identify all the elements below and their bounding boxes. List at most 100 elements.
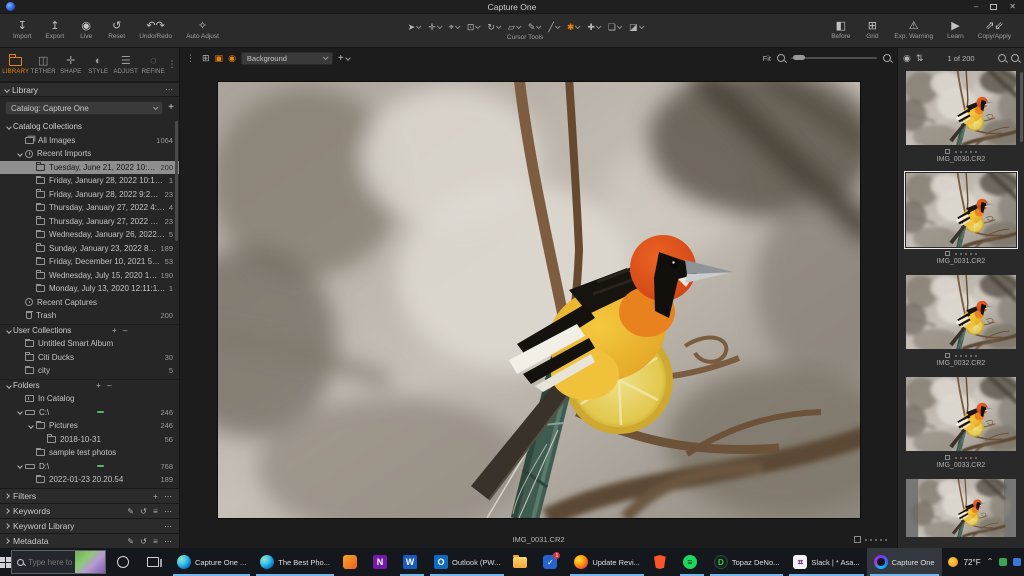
star-rating[interactable] <box>955 253 977 255</box>
taskbar-app[interactable]: Slack | * Asa... <box>786 548 866 576</box>
minimize-button[interactable]: – <box>974 3 978 11</box>
library-tree-item[interactable]: Recent Imports <box>0 147 179 161</box>
library-tree-item[interactable]: D:\ 768 <box>0 460 179 474</box>
cursor-tool-button[interactable]: ⌖ <box>446 21 462 33</box>
taskbar-app[interactable]: 1 <box>537 548 567 576</box>
toolbar-button[interactable]: ◉ Live <box>71 14 101 47</box>
cursor-tool-button[interactable]: ↻ <box>484 21 503 33</box>
color-tag-icon[interactable] <box>945 353 950 358</box>
tool-tab[interactable]: ✛ SHAPE <box>57 48 85 81</box>
library-tree-item[interactable]: Recent Captures <box>0 296 179 310</box>
cursor-tool-button[interactable]: ◪ <box>626 21 646 33</box>
library-tree-item[interactable]: city 5 <box>0 364 179 378</box>
tree-scrollbar[interactable] <box>175 121 178 241</box>
star-rating[interactable] <box>955 355 977 357</box>
taskbar-app[interactable]: The Best Pho... <box>253 548 337 576</box>
antivirus-tray-icon[interactable] <box>999 558 1007 566</box>
star-rating[interactable] <box>865 539 887 541</box>
catalog-select[interactable]: Catalog: Capture One <box>5 101 163 115</box>
toolbar-button[interactable]: ◧ Before <box>824 14 857 47</box>
taskbar-app[interactable] <box>507 548 537 576</box>
section-actions[interactable]: ⋯ <box>164 522 174 531</box>
library-tree-item[interactable]: 2018-10-31 56 <box>0 433 179 447</box>
cursor-tool-button[interactable]: ✱ <box>564 21 583 33</box>
star-rating[interactable] <box>955 151 977 153</box>
cursor-tool-button[interactable]: ✚ <box>584 21 603 33</box>
zoom-slider[interactable] <box>791 57 877 59</box>
cursor-tool-button[interactable]: ▱ <box>505 21 523 33</box>
expander-icon[interactable] <box>26 424 35 428</box>
add-layer-button[interactable]: + <box>338 53 350 64</box>
thumbnail-image[interactable] <box>906 71 1016 145</box>
toolbar-button[interactable]: ↶↷ Undo/Redo <box>132 14 179 47</box>
expander-icon[interactable] <box>15 410 24 414</box>
toolbar-button[interactable]: ▶ Learn <box>940 14 971 47</box>
tool-tab[interactable]: LIBRARY <box>2 48 30 81</box>
tray-expand-icon[interactable]: ⌃ <box>987 558 994 566</box>
panel-menu-icon[interactable]: ⋯ <box>165 85 174 94</box>
star-rating[interactable] <box>955 457 977 459</box>
library-panel-header[interactable]: Library ⋯ <box>0 82 179 97</box>
sort-icon[interactable]: ⇅ <box>916 54 924 63</box>
expander-icon[interactable] <box>4 329 13 333</box>
library-tree-item[interactable]: Wednesday, January 26, 2022 5:19:56 PM 5 <box>0 228 179 242</box>
toolbar-button[interactable]: ⊞ Grid <box>857 14 887 47</box>
section-actions[interactable]: ✎ ↺ ≡ ⋯ <box>127 537 174 546</box>
library-tree-item[interactable]: Tuesday, June 21, 2022 10:42:44 AM 200 <box>0 161 179 175</box>
toolbar-button[interactable]: ↧ Import <box>6 14 38 47</box>
taskbar-app[interactable] <box>140 548 170 576</box>
collapsed-section-header[interactable]: Keyword Library ⋯ <box>0 518 179 533</box>
maximize-button[interactable] <box>990 4 997 10</box>
taskbar-app[interactable] <box>337 548 367 576</box>
taskbar-app[interactable]: Topaz DeNo... <box>707 548 787 576</box>
taskbar-app[interactable] <box>367 548 397 576</box>
library-tree-item[interactable]: Pictures 246 <box>0 419 179 433</box>
taskbar-app[interactable] <box>647 548 677 576</box>
library-tree-item[interactable]: Folders + – <box>0 379 179 393</box>
library-tree-item[interactable]: Monday, July 13, 2020 12:11:17 PM 1 <box>0 282 179 296</box>
layer-select[interactable]: Background <box>241 52 333 65</box>
library-tree-item[interactable]: C:\ 246 <box>0 406 179 420</box>
tree-item-actions[interactable]: + – <box>96 381 116 390</box>
tool-tab[interactable]: ◫ TETHER <box>30 48 58 81</box>
library-tree-item[interactable]: All Images 1064 <box>0 134 179 148</box>
section-actions[interactable]: ✎ ↺ ≡ ⋯ <box>127 507 174 516</box>
toolbar-button[interactable]: ✧ Auto Adjust <box>179 14 226 47</box>
taskbar-app[interactable]: Capture One <box>867 548 942 576</box>
thumbnail[interactable]: IMG_0031.CR2 <box>906 173 1016 266</box>
section-actions[interactable]: + ⋯ <box>153 492 174 501</box>
library-tree-item[interactable]: Thursday, January 27, 2022 12:52:43 PM 2… <box>0 215 179 229</box>
expander-icon[interactable] <box>4 384 13 388</box>
taskbar-app[interactable]: Update Revi... <box>567 548 647 576</box>
tool-tab[interactable]: ◌ REFINE <box>140 48 168 81</box>
library-tree-item[interactable]: Wednesday, July 15, 2020 12:30:36 PM 190 <box>0 269 179 283</box>
start-button[interactable] <box>0 548 11 576</box>
thumbnail-image[interactable] <box>906 377 1016 451</box>
browser-scrollbar[interactable] <box>1020 72 1023 142</box>
zoom-slider-knob[interactable] <box>793 55 805 60</box>
library-tree-item[interactable]: Friday, January 28, 2022 9:25:59 AM 23 <box>0 188 179 202</box>
thumbnail-image[interactable] <box>906 173 1016 247</box>
color-tag-icon[interactable] <box>945 455 950 460</box>
toolbar-button[interactable]: ⇗⇙ Copy/Apply <box>971 14 1018 47</box>
library-tree-item[interactable]: Thursday, January 27, 2022 4:38:03 PM 4 <box>0 201 179 215</box>
library-tree-item[interactable]: Catalog Collections <box>0 120 179 134</box>
color-tag-icon[interactable] <box>945 251 950 256</box>
toolbar-button[interactable]: ↺ Reset <box>101 14 132 47</box>
library-tree-item[interactable]: 2022-01-23 20.20.54 189 <box>0 473 179 487</box>
cursor-tool-button[interactable]: ✛ <box>425 21 444 33</box>
primary-view-icon[interactable]: ▣ <box>215 53 224 63</box>
temperature[interactable]: 72°F <box>964 558 981 567</box>
thumbnail[interactable]: IMG_0033.CR2 <box>906 377 1016 470</box>
thumbnail-image[interactable] <box>906 479 1016 537</box>
main-photo[interactable] <box>218 82 860 518</box>
taskbar-app[interactable]: Capture One ... <box>170 548 253 576</box>
weather-icon[interactable] <box>948 557 958 567</box>
viewer-kebab-icon[interactable]: ⋮ <box>186 53 195 64</box>
taskbar-app[interactable] <box>677 548 707 576</box>
taskbar-search[interactable] <box>11 550 106 574</box>
eye-icon[interactable]: ◉ <box>903 54 911 63</box>
color-tag-icon[interactable] <box>854 536 861 543</box>
thumbnail[interactable]: IMG_0030.CR2 <box>906 71 1016 164</box>
library-tree-item[interactable]: User Collections + – <box>0 324 179 338</box>
